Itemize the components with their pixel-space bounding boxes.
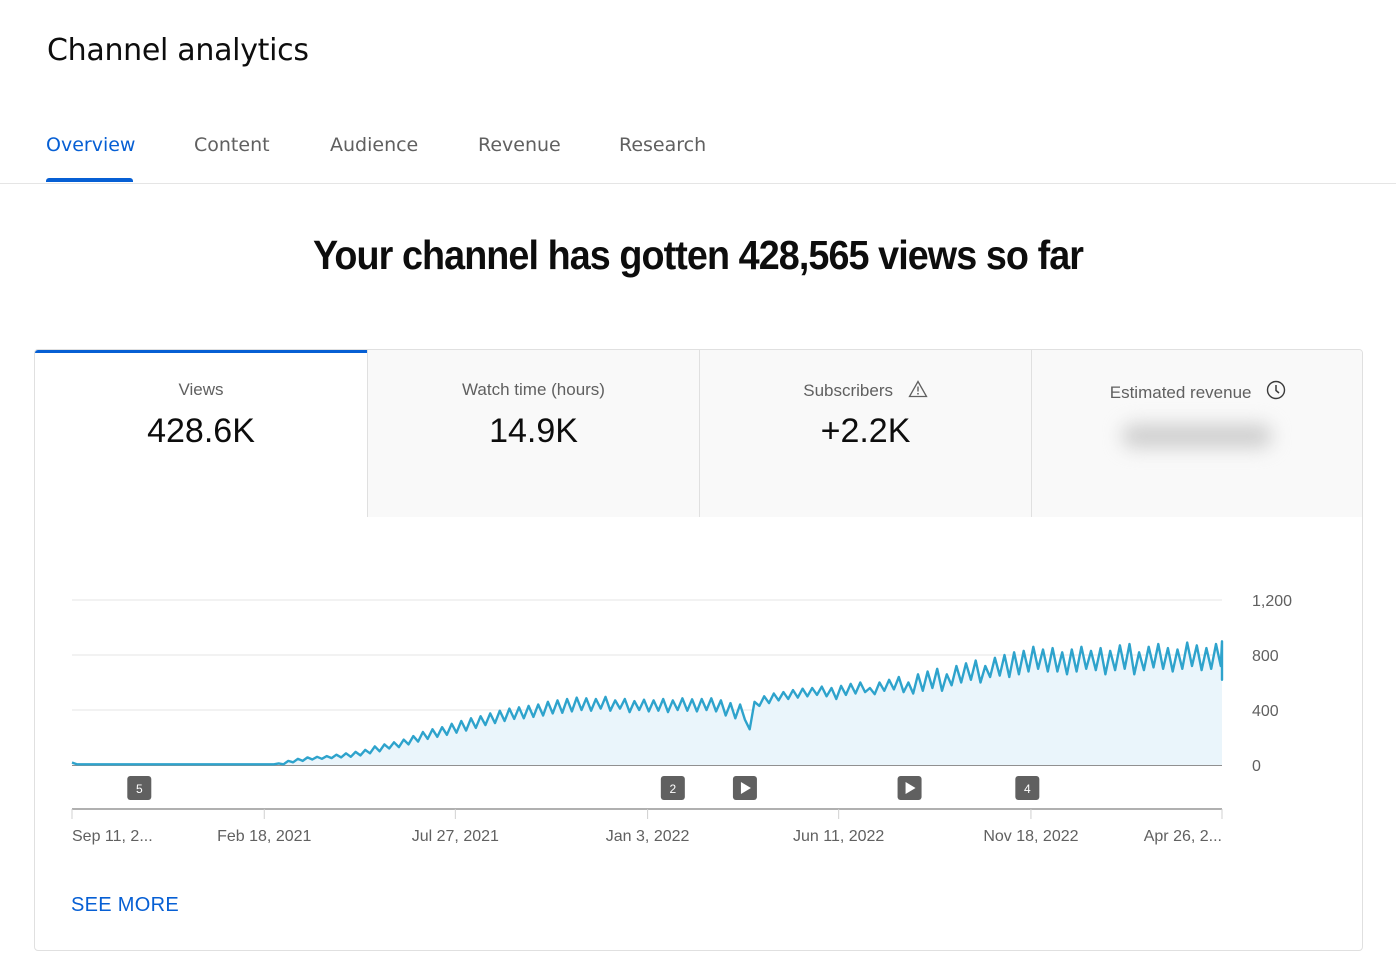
video-count-marker[interactable]: 5 <box>127 776 152 800</box>
y-tick-label: 0 <box>1252 758 1261 775</box>
video-count-marker[interactable]: 2 <box>660 776 685 800</box>
y-tick-label: 800 <box>1252 648 1279 665</box>
y-tick-label: 400 <box>1252 703 1279 720</box>
x-tick-label: Jul 27, 2021 <box>412 828 499 845</box>
marker-count: 4 <box>1024 782 1031 796</box>
x-axis: Sep 11, 2... Feb 18, 2021 Jul 27, 2021 Jan … <box>71 808 1223 845</box>
y-axis-ticks: 1,200 800 400 0 <box>1252 593 1292 775</box>
see-more-button[interactable]: SEE MORE <box>71 894 179 917</box>
x-tick-label: Nov 18, 2022 <box>983 828 1078 845</box>
x-tick-label: Jun 11, 2022 <box>793 828 884 845</box>
x-tick-label: Jan 3, 2022 <box>606 828 690 845</box>
y-tick-label: 1,200 <box>1252 593 1292 610</box>
views-chart: 1,200 800 400 0 5 2 4 Sep 11, 2... Feb 18, 202… <box>71 593 1292 845</box>
x-tick-label: Apr 26, 2... <box>1144 828 1222 845</box>
x-tick-label: Feb 18, 2021 <box>217 828 311 845</box>
marker-count: 5 <box>136 782 143 796</box>
x-tick-label: Sep 11, 2... <box>72 828 153 845</box>
video-count-marker[interactable]: 4 <box>1015 776 1040 800</box>
marker-count: 2 <box>669 782 676 796</box>
video-marker[interactable] <box>732 776 757 800</box>
video-marker[interactable] <box>897 776 922 800</box>
event-markers: 5 2 4 <box>127 776 1040 800</box>
